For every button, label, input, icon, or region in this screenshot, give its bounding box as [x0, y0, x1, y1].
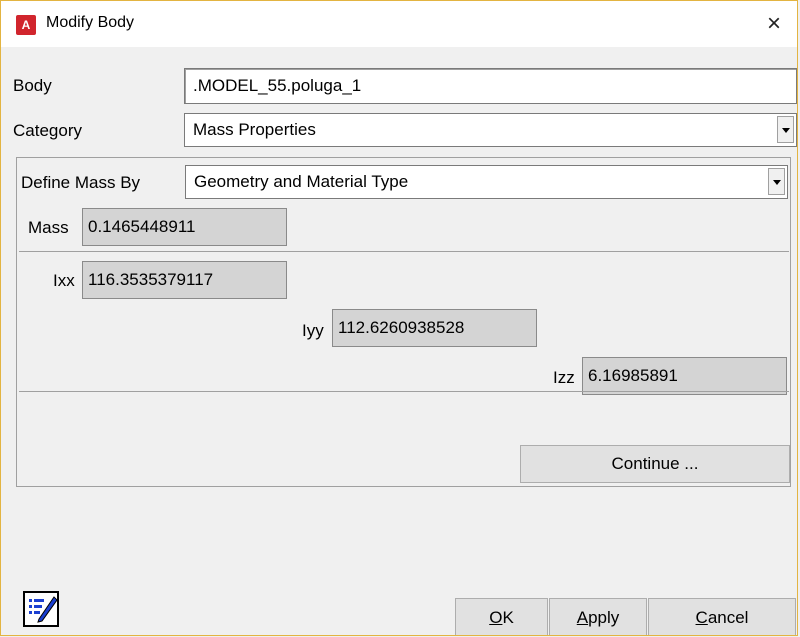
category-selected-value: Mass Properties	[193, 120, 316, 139]
mass-properties-panel: Define Mass By Geometry and Material Typ…	[16, 157, 791, 487]
mass-label: Mass	[28, 218, 69, 237]
chevron-down-icon[interactable]	[768, 168, 785, 195]
ixx-value-field: 116.3535379117	[82, 261, 287, 299]
app-icon: A	[16, 15, 36, 35]
close-icon[interactable]: ×	[751, 1, 797, 47]
iyy-label: Iyy	[302, 321, 324, 340]
continue-button[interactable]: Continue ...	[520, 445, 790, 483]
define-mass-selected-value: Geometry and Material Type	[194, 172, 409, 191]
cancel-mnemonic: C	[695, 608, 708, 627]
apply-label-rest: pply	[588, 608, 620, 627]
define-mass-label: Define Mass By	[21, 173, 141, 192]
title-bar: A Modify Body ×	[1, 1, 797, 47]
divider	[19, 391, 789, 392]
modify-body-dialog: A Modify Body × Body .MODEL_55.poluga_1 …	[0, 0, 798, 636]
window-title: Modify Body	[46, 14, 135, 31]
define-mass-dropdown[interactable]: Geometry and Material Type	[185, 165, 788, 199]
mass-value-field: 0.1465448911	[82, 208, 287, 246]
iyy-value-field: 112.6260938528	[332, 309, 537, 347]
apply-button[interactable]: Apply	[549, 598, 647, 635]
ok-button[interactable]: OK	[455, 598, 548, 635]
divider	[19, 251, 789, 252]
cancel-button[interactable]: Cancel	[648, 598, 796, 635]
ixx-label: Ixx	[53, 271, 75, 290]
izz-value-field: 6.16985891	[582, 357, 787, 395]
body-label: Body	[13, 76, 52, 95]
body-name-field[interactable]: .MODEL_55.poluga_1	[184, 68, 797, 104]
edit-notes-icon[interactable]	[23, 591, 59, 627]
ok-label-rest: K	[502, 608, 514, 627]
category-label: Category	[13, 121, 82, 140]
izz-label: Izz	[553, 368, 575, 387]
ok-mnemonic: O	[489, 608, 503, 627]
chevron-down-icon[interactable]	[777, 116, 794, 143]
apply-mnemonic: A	[576, 608, 589, 627]
cancel-label-rest: ancel	[707, 608, 749, 627]
category-dropdown[interactable]: Mass Properties	[184, 113, 797, 147]
